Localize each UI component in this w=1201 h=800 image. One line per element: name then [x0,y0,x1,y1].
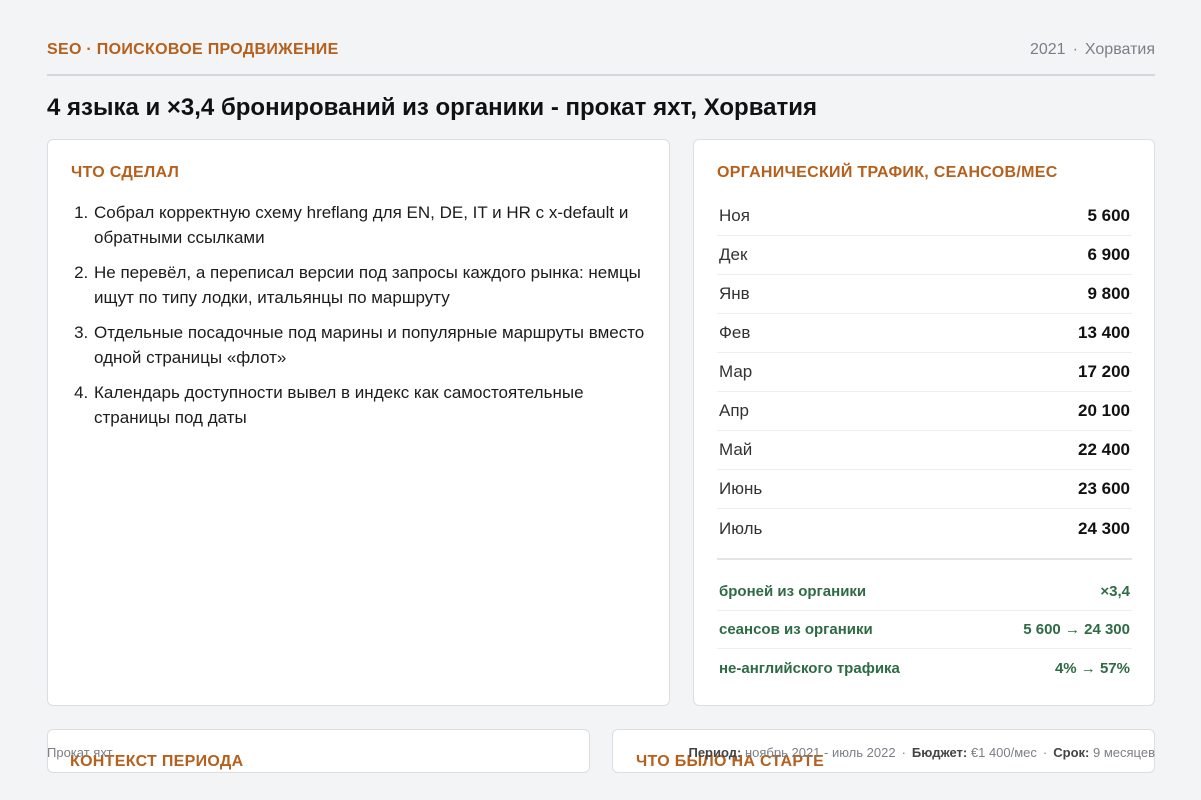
results-summary: броней из органики ×3,4 сеансов из органи… [717,573,1132,687]
table-row: Янв 9 800 [717,275,1132,314]
period-value: ноябрь 2021 - июль 2022 [744,745,896,760]
month-cell: Июль [719,518,763,538]
list-item: Календарь доступности вывел в индекс как… [93,380,648,430]
stat-value: 5 600 → 24 300 [1023,621,1130,638]
traffic-heading: ОРГАНИЧЕСКИЙ ТРАФИК, СЕАНСОВ/МЕС [717,164,1058,181]
project-meta: Период: ноябрь 2021 - июль 2022 · Бюджет: … [688,745,1155,760]
month-cell: Дек [719,245,748,264]
month-cell: Фев [719,323,751,342]
value-cell: 5 600 [1087,206,1130,225]
year-label: 2021 [1029,41,1066,58]
budget-label: Бюджет: [911,745,968,760]
budget-value: €1 400/мес [970,745,1037,760]
what-done-heading: ЧТО СДЕЛАЛ [71,164,180,181]
table-row: Мар 17 200 [717,353,1132,392]
list-item: Собрал корректную схему hreflang для EN,… [93,200,648,250]
stat-value: ×3,4 [1100,583,1130,600]
category-label: SEO · ПОИСКОВОЕ ПРОДВИЖЕНИЕ [47,41,339,58]
project-name: Прокат яхт [47,745,113,760]
month-cell: Июнь [719,479,763,498]
list-item: Отдельные посадочные под марины и популя… [93,320,648,370]
value-cell: 6 900 [1087,245,1130,264]
table-row: Фев 13 400 [717,314,1132,353]
table-row: Май 22 400 [717,431,1132,470]
month-cell: Апр [719,401,749,420]
meta-separator: · [1042,745,1048,760]
month-cell: Янв [719,284,750,303]
period-label: Период: [688,745,742,760]
what-done-list: Собрал корректную схему hreflang для EN,… [93,200,648,440]
what-done-card: ЧТО СДЕЛАЛ Собрал корректную схему hrefl… [47,139,670,706]
table-row: Июнь 23 600 [717,470,1132,509]
value-cell: 17 200 [1078,362,1130,381]
stat-row: сеансов из органики 5 600 → 24 300 [717,611,1132,649]
month-cell: Ноя [719,206,750,225]
divider [717,558,1132,560]
traffic-table: Ноя 5 600 Дек 6 900 Янв 9 800 Фев 13 400 Мар… [717,197,1132,548]
month-cell: Мар [719,362,753,381]
stat-row: броней из органики ×3,4 [717,573,1132,611]
meta-separator: · [1072,41,1078,58]
value-cell: 20 100 [1078,401,1130,420]
month-cell: Май [719,440,753,459]
value-cell: 9 800 [1087,284,1130,303]
stat-value: 4% → 57% [1054,659,1130,677]
term-value: 9 месяцев [1093,745,1155,760]
country-label: Хорватия [1084,41,1155,58]
stat-label: сеансов из органики [719,621,873,638]
value-cell: 24 300 [1078,518,1130,538]
stat-label: не-английского трафика [719,659,900,677]
value-cell: 23 600 [1078,479,1130,498]
term-label: Срок: [1053,745,1090,760]
list-item: Не перевёл, а переписал версии под запро… [93,260,648,310]
header-meta: 2021 · Хорватия [1030,41,1155,59]
table-row: Апр 20 100 [717,392,1132,431]
traffic-card: ОРГАНИЧЕСКИЙ ТРАФИК, СЕАНСОВ/МЕС Ноя 5 60… [693,139,1155,706]
page-title: 4 языка и ×3,4 бронирований из органики … [47,94,818,121]
meta-separator: · [901,745,906,760]
table-row: Дек 6 900 [717,236,1132,275]
table-row: Июль 24 300 [717,509,1132,548]
stat-row: не-английского трафика 4% → 57% [717,649,1132,687]
page-header: SEO · ПОИСКОВОЕ ПРОДВИЖЕНИЕ 2021 · Хорвати… [47,38,1155,76]
table-row: Ноя 5 600 [717,197,1132,236]
stat-label: броней из органики [719,583,867,600]
value-cell: 13 400 [1078,323,1130,342]
value-cell: 22 400 [1078,440,1130,459]
